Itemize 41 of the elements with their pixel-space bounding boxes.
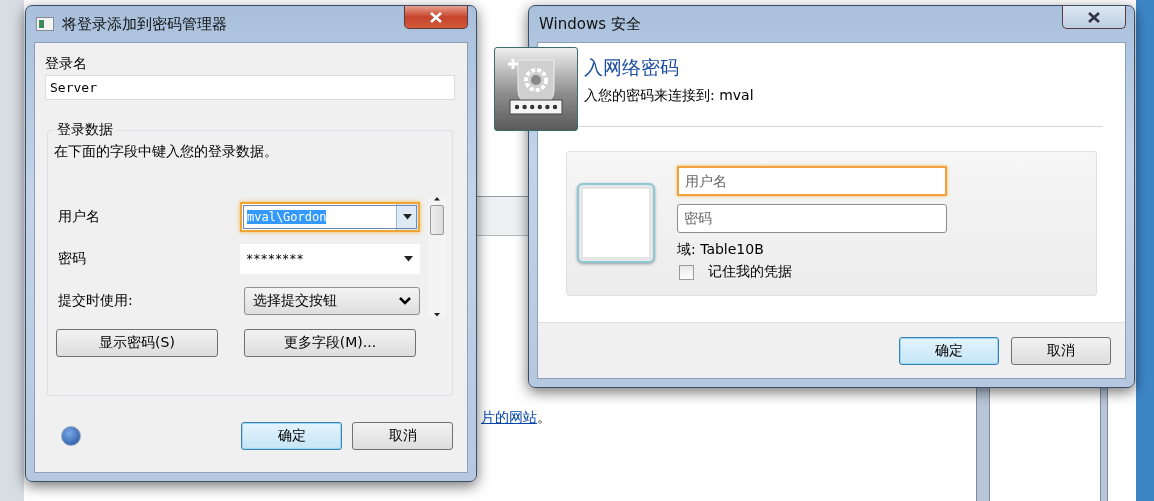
- combo-value: mval\Gordon: [246, 210, 328, 224]
- dropdown-arrow-icon[interactable]: [403, 214, 412, 220]
- chevron-down-icon: [399, 297, 411, 305]
- submit-button-select[interactable]: 选择提交按钮: [244, 287, 420, 315]
- credential-field[interactable]: 用户名: [677, 166, 947, 196]
- field-button[interactable]: 更多字段(M)...: [244, 329, 416, 357]
- dropdown-arrow-icon[interactable]: [403, 256, 413, 262]
- window-title: Windows 安全: [539, 14, 641, 34]
- help-icon[interactable]: [61, 426, 81, 446]
- combo-value: ********: [245, 252, 305, 266]
- username-combo[interactable]: ********: [240, 244, 420, 274]
- field-label: 用户名: [58, 208, 100, 226]
- dialog-button[interactable]: 确定: [899, 336, 999, 365]
- dialog-heading: 入网络密码: [584, 55, 680, 80]
- checkbox[interactable]: [679, 264, 694, 280]
- website-link[interactable]: 片的网站: [481, 409, 537, 425]
- dialog-button[interactable]: 取消: [1011, 336, 1111, 365]
- dropdown-arrow-icon[interactable]: [434, 313, 440, 317]
- close-icon: [1088, 11, 1100, 23]
- domain-text: 域: Table10B: [677, 241, 765, 259]
- group-description: 在下面的字段中键入您的登录数据。: [54, 143, 279, 161]
- group-title: 登录数据: [54, 121, 116, 139]
- login-name-field[interactable]: Server: [45, 75, 455, 100]
- scroll-up-arrow-icon[interactable]: [434, 197, 440, 201]
- field-label: 提交时使用:: [58, 292, 133, 310]
- credential-field[interactable]: 密码: [677, 203, 947, 233]
- field-button[interactable]: 显示密码(S): [56, 329, 218, 357]
- scroll-thumb[interactable]: [430, 204, 444, 235]
- dialog-subtitle: 入您的密码来连接到: mval: [584, 87, 755, 105]
- scrollbar[interactable]: [428, 197, 446, 317]
- close-button[interactable]: [404, 6, 468, 29]
- window-icon: [36, 17, 54, 31]
- close-button[interactable]: [1062, 6, 1126, 29]
- close-icon: [430, 11, 442, 23]
- dialog-button[interactable]: 取消: [352, 422, 453, 450]
- window-title: 将登录添加到密码管理器: [62, 14, 227, 34]
- login-name-label: 登录名: [45, 55, 88, 73]
- link-period: 。: [537, 409, 551, 425]
- checkbox-label: 记住我的凭据: [708, 263, 792, 281]
- dialog-button[interactable]: 确定: [241, 422, 342, 450]
- field-label: 密码: [58, 250, 86, 268]
